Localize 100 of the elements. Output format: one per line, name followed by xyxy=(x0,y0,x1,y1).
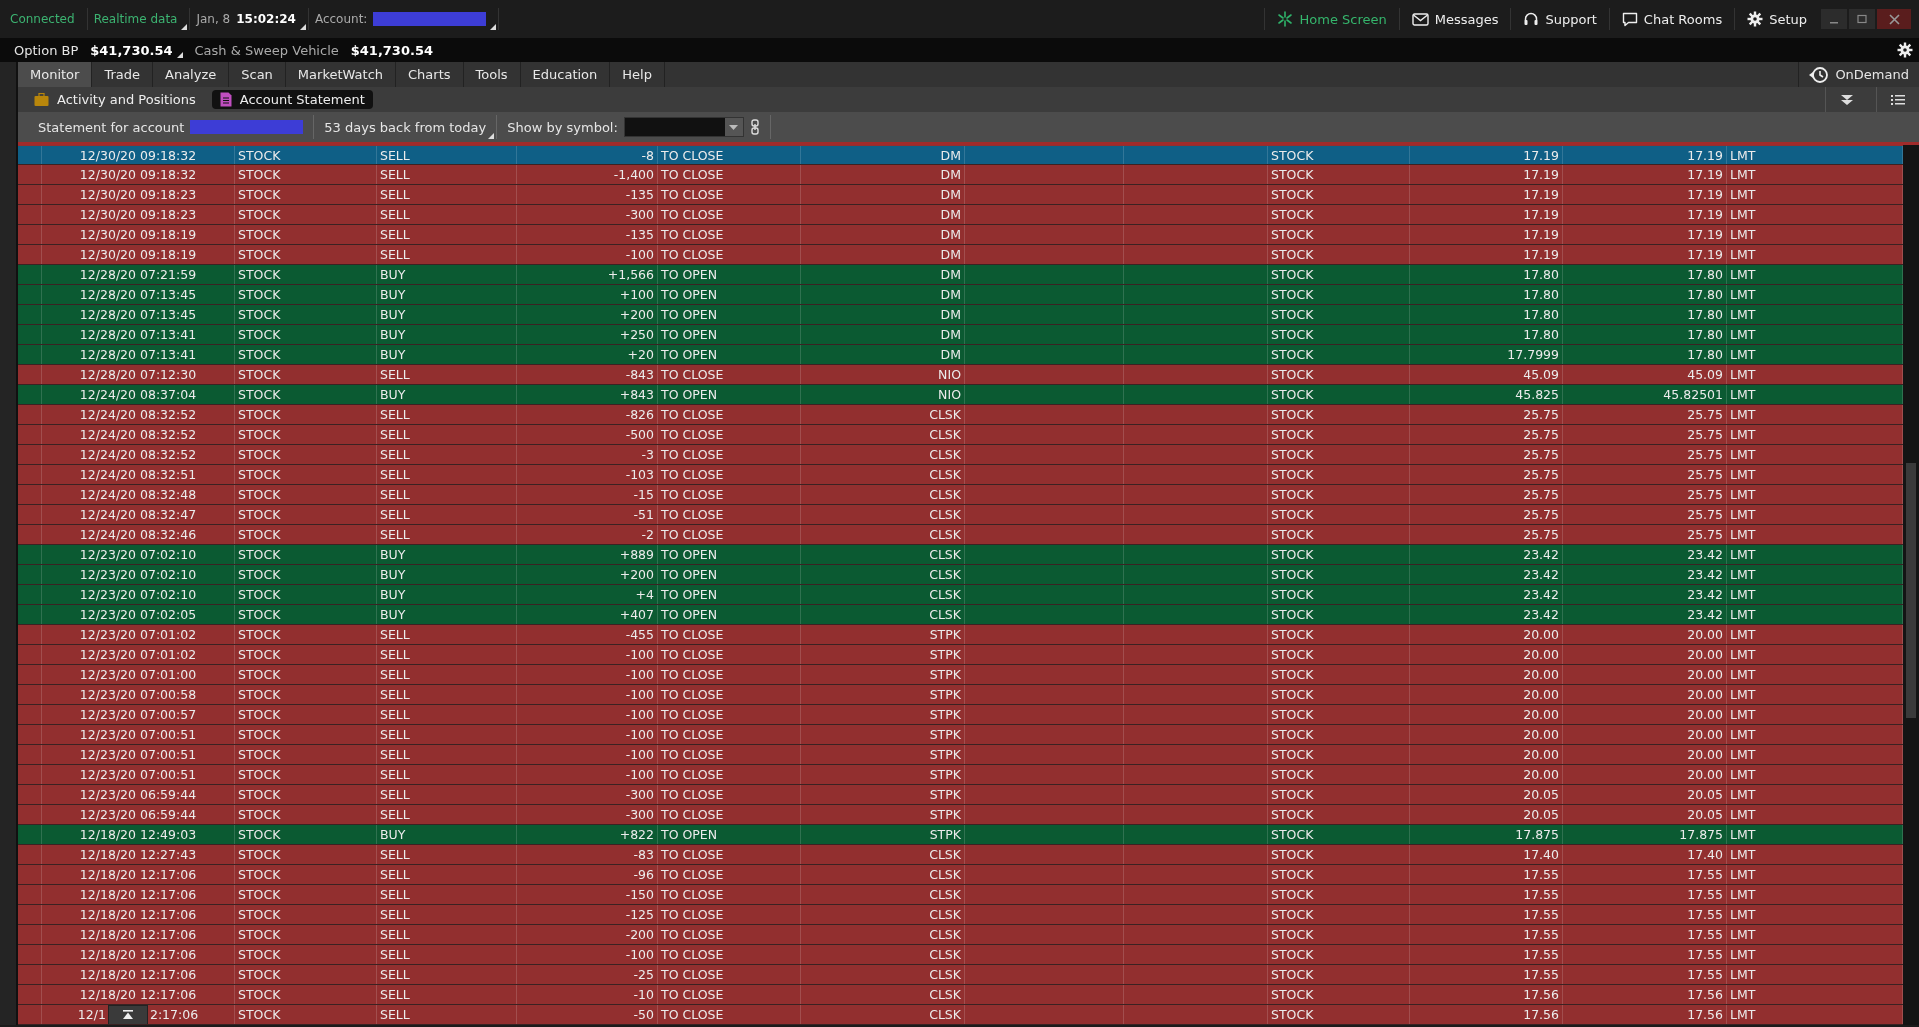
table-cell: DM xyxy=(801,225,965,244)
table-row[interactable]: 12/1 2:17:06 STOCK SELL -50 TO CLOSE CLSK STOCK 17.56 17.56 LMT xyxy=(18,1005,1903,1025)
table-cell: STOCK xyxy=(1268,265,1410,284)
scroll-to-top-button[interactable] xyxy=(107,1005,148,1024)
table-cell: TO CLOSE xyxy=(658,525,801,544)
table-row[interactable]: 12/23/20 07:00:51 STOCK SELL -100 TO CLOSE STPK STOCK 20.00 20.00 LMT xyxy=(18,765,1903,785)
table-cell: STOCK xyxy=(1268,1005,1410,1024)
table-cell: SELL xyxy=(377,805,517,824)
table-row[interactable]: 12/24/20 08:32:47 STOCK SELL -51 TO CLOSE CLSK STOCK 25.75 25.75 LMT xyxy=(18,505,1903,525)
toolbar-link[interactable]: Messages xyxy=(1398,8,1511,30)
table-cell: CLSK xyxy=(801,545,965,564)
table-cell: TO CLOSE xyxy=(658,985,801,1004)
table-cell: 12/23/20 06:59:44 xyxy=(42,805,235,824)
table-row[interactable]: 12/24/20 08:32:52 STOCK SELL -500 TO CLOSE CLSK STOCK 25.75 25.75 LMT xyxy=(18,425,1903,445)
table-cell: BUY xyxy=(377,825,517,844)
table-cell: +200 xyxy=(517,305,658,324)
table-row[interactable]: 12/23/20 07:01:02 STOCK SELL -100 TO CLOSE STPK STOCK 20.00 20.00 LMT xyxy=(18,645,1903,665)
table-cell: 20.00 xyxy=(1410,725,1563,744)
table-row[interactable]: 12/28/20 07:13:45 STOCK BUY +100 TO OPEN DM STOCK 17.80 17.80 LMT xyxy=(18,285,1903,305)
table-cell: TO CLOSE xyxy=(658,165,801,184)
symbol-dropdown[interactable] xyxy=(623,117,744,137)
settings-icon[interactable] xyxy=(1897,42,1913,58)
table-row[interactable]: 12/24/20 08:32:52 STOCK SELL -826 TO CLOSE CLSK STOCK 25.75 25.75 LMT xyxy=(18,405,1903,425)
table-cell: -100 xyxy=(517,725,658,744)
table-row[interactable]: 12/28/20 07:13:41 STOCK BUY +20 TO OPEN DM STOCK 17.7999 17.80 LMT xyxy=(18,345,1903,365)
table-row[interactable]: 12/23/20 06:59:44 STOCK SELL -300 TO CLOSE STPK STOCK 20.05 20.05 LMT xyxy=(18,785,1903,805)
table-cell: 17.56 xyxy=(1563,985,1727,1004)
list-icon[interactable] xyxy=(1891,93,1905,106)
table-row[interactable]: 12/23/20 07:02:10 STOCK BUY +4 TO OPEN CLSK STOCK 23.42 23.42 LMT xyxy=(18,585,1903,605)
table-row[interactable]: 12/18/20 12:17:06 STOCK SELL -125 TO CLOSE CLSK STOCK 17.55 17.55 LMT xyxy=(18,905,1903,925)
table-row[interactable]: 12/23/20 07:00:51 STOCK SELL -100 TO CLOSE STPK STOCK 20.00 20.00 LMT xyxy=(18,745,1903,765)
table-row[interactable]: 12/28/20 07:21:59 STOCK BUY +1,566 TO OPEN DM STOCK 17.80 17.80 LMT xyxy=(18,265,1903,285)
table-row[interactable]: 12/23/20 07:00:58 STOCK SELL -100 TO CLOSE STPK STOCK 20.00 20.00 LMT xyxy=(18,685,1903,705)
table-cell: 12/28/20 07:13:45 xyxy=(42,285,235,304)
table-row[interactable]: 12/24/20 08:32:48 STOCK SELL -15 TO CLOSE CLSK STOCK 25.75 25.75 LMT xyxy=(18,485,1903,505)
table-row[interactable]: 12/23/20 07:00:51 STOCK SELL -100 TO CLOSE STPK STOCK 20.00 20.00 LMT xyxy=(18,725,1903,745)
table-row[interactable]: 12/28/20 07:13:45 STOCK BUY +200 TO OPEN DM STOCK 17.80 17.80 LMT xyxy=(18,305,1903,325)
table-row[interactable]: 12/18/20 12:17:06 STOCK SELL -200 TO CLOSE CLSK STOCK 17.55 17.55 LMT xyxy=(18,925,1903,945)
table-row[interactable]: 12/18/20 12:27:43 STOCK SELL -83 TO CLOSE CLSK STOCK 17.40 17.40 LMT xyxy=(18,845,1903,865)
table-row[interactable]: 12/28/20 07:12:30 STOCK SELL -843 TO CLOSE NIO STOCK 45.09 45.09 LMT xyxy=(18,365,1903,385)
table-cell: STPK xyxy=(801,685,965,704)
scrollbar[interactable] xyxy=(1903,145,1919,1025)
table-cell: -83 xyxy=(517,845,658,864)
table-cell: SELL xyxy=(377,425,517,444)
table-cell: 20.05 xyxy=(1410,785,1563,804)
table-cell: STOCK xyxy=(235,185,377,204)
double-chevron-down-icon[interactable] xyxy=(1840,93,1854,106)
table-cell: STOCK xyxy=(235,985,377,1004)
date-range-selector[interactable]: 53 days back from today xyxy=(314,115,498,139)
table-cell: STOCK xyxy=(235,325,377,344)
table-row[interactable]: 12/18/20 12:17:06 STOCK SELL -100 TO CLOSE CLSK STOCK 17.55 17.55 LMT xyxy=(18,945,1903,965)
table-row[interactable]: 12/30/20 09:18:23 STOCK SELL -135 TO CLOSE DM STOCK 17.19 17.19 LMT xyxy=(18,185,1903,205)
table-cell: STPK xyxy=(801,665,965,684)
toolbar-link[interactable]: Chat Rooms xyxy=(1608,8,1735,30)
table-row[interactable]: 12/18/20 12:17:06 STOCK SELL -10 TO CLOSE CLSK STOCK 17.56 17.56 LMT xyxy=(18,985,1903,1005)
table-row[interactable]: 12/24/20 08:32:46 STOCK SELL -2 TO CLOSE CLSK STOCK 25.75 25.75 LMT xyxy=(18,525,1903,545)
table-row[interactable]: 12/18/20 12:17:06 STOCK SELL -96 TO CLOSE CLSK STOCK 17.55 17.55 LMT xyxy=(18,865,1903,885)
toolbar-link[interactable]: Home Screen xyxy=(1264,8,1399,30)
table-row[interactable]: 12/18/20 12:17:06 STOCK SELL -150 TO CLOSE CLSK STOCK 17.55 17.55 LMT xyxy=(18,885,1903,905)
table-cell: -10 xyxy=(517,985,658,1004)
table-row[interactable]: 12/30/20 09:18:23 STOCK SELL -300 TO CLOSE DM STOCK 17.19 17.19 LMT xyxy=(18,205,1903,225)
table-cell: STOCK xyxy=(1268,245,1410,264)
table-row[interactable]: 12/23/20 07:00:57 STOCK SELL -100 TO CLOSE STPK STOCK 20.00 20.00 LMT xyxy=(18,705,1903,725)
table-row[interactable]: 12/18/20 12:49:03 STOCK BUY +822 TO OPEN STPK STOCK 17.875 17.875 LMT xyxy=(18,825,1903,845)
link-icon[interactable] xyxy=(749,119,760,135)
envelope-icon xyxy=(1411,12,1429,26)
table-cell: 12/28/20 07:13:45 xyxy=(42,305,235,324)
maximize-button[interactable] xyxy=(1849,9,1875,29)
close-button[interactable] xyxy=(1877,9,1911,29)
table-cell: 12/23/20 07:00:51 xyxy=(42,745,235,764)
sub-tab[interactable]: Account Statement xyxy=(211,90,373,109)
table-row[interactable]: 12/18/20 12:17:06 STOCK SELL -25 TO CLOSE CLSK STOCK 17.55 17.55 LMT xyxy=(18,965,1903,985)
table-row[interactable]: 12/24/20 08:37:04 STOCK BUY +843 TO OPEN NIO STOCK 45.825 45.82501 LMT xyxy=(18,385,1903,405)
table-cell: STOCK xyxy=(235,245,377,264)
toolbar-link[interactable]: Setup xyxy=(1734,8,1819,30)
table-row[interactable]: 12/23/20 07:02:05 STOCK BUY +407 TO OPEN CLSK STOCK 23.42 23.42 LMT xyxy=(18,605,1903,625)
table-cell: STOCK xyxy=(235,685,377,704)
table-cell: STOCK xyxy=(1268,385,1410,404)
table-row[interactable]: 12/30/20 09:18:32 STOCK SELL -1,400 TO CLOSE DM STOCK 17.19 17.19 LMT xyxy=(18,165,1903,185)
table-cell: STOCK xyxy=(235,765,377,784)
table-row[interactable]: 12/30/20 09:18:19 STOCK SELL -100 TO CLOSE DM STOCK 17.19 17.19 LMT xyxy=(18,245,1903,265)
sub-tab[interactable]: Activity and Positions xyxy=(26,90,204,109)
table-row[interactable]: 12/24/20 08:32:52 STOCK SELL -3 TO CLOSE CLSK STOCK 25.75 25.75 LMT xyxy=(18,445,1903,465)
table-cell: 17.80 xyxy=(1563,265,1727,284)
table-row[interactable]: 12/28/20 07:13:41 STOCK BUY +250 TO OPEN DM STOCK 17.80 17.80 LMT xyxy=(18,325,1903,345)
table-row[interactable]: 12/30/20 09:18:32 STOCK SELL -8 TO CLOSE DM STOCK 17.19 17.19 LMT xyxy=(18,145,1903,165)
table-row[interactable]: 12/30/20 09:18:19 STOCK SELL -135 TO CLOSE DM STOCK 17.19 17.19 LMT xyxy=(18,225,1903,245)
clock-rewind-icon xyxy=(1809,65,1830,84)
table-row[interactable]: 12/23/20 07:01:00 STOCK SELL -100 TO CLOSE STPK STOCK 20.00 20.00 LMT xyxy=(18,665,1903,685)
table-cell: STOCK xyxy=(1268,565,1410,584)
main-tab[interactable]: Monitor xyxy=(18,62,93,87)
table-row[interactable]: 12/23/20 07:02:10 STOCK BUY +889 TO OPEN CLSK STOCK 23.42 23.42 LMT xyxy=(18,545,1903,565)
table-row[interactable]: 12/23/20 06:59:44 STOCK SELL -300 TO CLOSE STPK STOCK 20.05 20.05 LMT xyxy=(18,805,1903,825)
toolbar-link[interactable]: Support xyxy=(1510,8,1609,30)
table-row[interactable]: 12/24/20 08:32:51 STOCK SELL -103 TO CLOSE CLSK STOCK 25.75 25.75 LMT xyxy=(18,465,1903,485)
table-cell: 25.75 xyxy=(1563,445,1727,464)
table-cell: 17.80 xyxy=(1410,285,1563,304)
table-cell: SELL xyxy=(377,745,517,764)
table-row[interactable]: 12/23/20 07:01:02 STOCK SELL -455 TO CLOSE STPK STOCK 20.00 20.00 LMT xyxy=(18,625,1903,645)
table-row[interactable]: 12/23/20 07:02:10 STOCK BUY +200 TO OPEN CLSK STOCK 23.42 23.42 LMT xyxy=(18,565,1903,585)
